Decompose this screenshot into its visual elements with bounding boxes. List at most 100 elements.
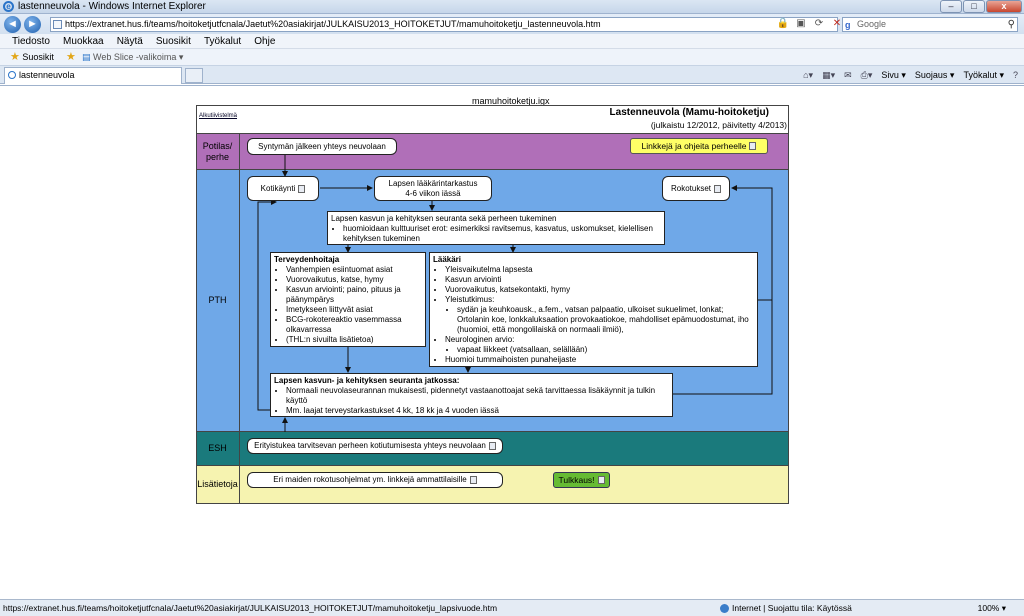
box-rokotukset[interactable]: Rokotukset (662, 176, 730, 201)
tab-label: lastenneuvola (19, 70, 75, 80)
forward-button[interactable]: ► (24, 16, 41, 33)
box-esh[interactable]: Erityistukea tarvitsevan perheen kotiutu… (247, 438, 503, 454)
status-bar: https://extranet.hus.fi/teams/hoitoketju… (0, 599, 1024, 616)
doc-icon (488, 442, 496, 450)
jatko-item: Mm. laajat terveystarkastukset 4 kk, 18 … (286, 406, 669, 416)
box-lisatietoja[interactable]: Eri maiden rokotusohjelmat ym. linkkejä … (247, 472, 503, 488)
mail-icon[interactable]: ✉ (844, 68, 852, 82)
th-item: Vanhempien esiintuomat asiat (286, 265, 422, 275)
box-laakarintarkastus[interactable]: Lapsen lääkärintarkastus 4-6 viikon iäss… (374, 176, 492, 201)
page-menu[interactable]: Sivu ▾ (881, 68, 906, 82)
webslice-button[interactable]: ▤ Web Slice -valikoima ▾ (82, 51, 183, 64)
th-item: Vuorovaikutus, katse, hymy (286, 275, 422, 285)
close-button[interactable]: x (986, 0, 1022, 13)
safety-menu[interactable]: Suojaus ▾ (915, 68, 955, 82)
add-favorite-icon[interactable]: ★ (66, 51, 76, 64)
page-icon (53, 20, 62, 29)
refresh-icon[interactable]: ⟳ (812, 18, 826, 29)
laakari-item: Kasvun arviointi (445, 275, 754, 285)
th-item: Imetykseen liittyvät asiat (286, 305, 422, 315)
compat-icon[interactable]: ▣ (794, 18, 808, 29)
laakari-item: Yleistutkimus: (445, 295, 495, 304)
laakari-item: Huomioi tummaihoisten punaheijaste (445, 355, 754, 365)
search-input[interactable]: g Google ⚲ (842, 17, 1018, 32)
menu-suosikit[interactable]: Suosikit (156, 34, 191, 49)
box-kotikaynti-text: Kotikäynti (260, 183, 296, 193)
box-jatko-head: Lapsen kasvun- ja kehityksen seuranta ja… (274, 376, 460, 385)
menu-tyokalut[interactable]: Työkalut (204, 34, 241, 49)
favorites-button[interactable]: ★ Suosikit (10, 51, 54, 64)
box-laakarintarkastus-line1: Lapsen lääkärintarkastus (388, 178, 478, 188)
search-placeholder: Google (857, 19, 887, 29)
tab-lastenneuvola[interactable]: lastenneuvola (4, 67, 182, 84)
address-text: https://extranet.hus.fi/teams/hoitoketju… (65, 19, 601, 29)
box-laakari-head: Lääkäri (433, 255, 462, 264)
globe-icon (720, 604, 729, 614)
menu-tiedosto[interactable]: Tiedosto (12, 34, 50, 49)
box-seuranta-item: huomioidaan kulttuuriset erot: esimerkik… (343, 224, 661, 244)
laakari-item: Neurologinen arvio: (445, 335, 515, 344)
menu-nayta[interactable]: Näytä (117, 34, 143, 49)
box-lisatietoja-text: Eri maiden rokotusohjelmat ym. linkkejä … (273, 475, 467, 484)
tools-menu[interactable]: Työkalut ▾ (963, 68, 1004, 82)
home-icon[interactable]: ⌂▾ (803, 68, 813, 82)
security-zone[interactable]: Internet | Suojattu tila: Käytössä (720, 600, 852, 616)
th-item: Kasvun arviointi; paino, pituus ja pääny… (286, 285, 422, 305)
favorites-label: Suosikit (22, 52, 54, 62)
print-icon[interactable]: ⎙▾ (861, 68, 873, 82)
window-title: lastenneuvola - Windows Internet Explore… (18, 1, 206, 12)
box-rokotukset-text: Rokotukset (670, 183, 712, 193)
box-th-head: Terveydenhoitaja (274, 255, 340, 264)
box-synt[interactable]: Syntymän jälkeen yhteys neuvolaan (247, 138, 397, 155)
google-icon: g (845, 20, 851, 30)
box-laakari: Lääkäri Yleisvaikutelma lapsesta Kasvun … (429, 252, 758, 367)
tulkkaus-text: Tulkkaus! (558, 475, 595, 485)
title-bar: e lastenneuvola - Windows Internet Explo… (0, 0, 1024, 14)
laakari-subitem: vapaat liikkeet (vatsallaan, selällään) (457, 345, 754, 355)
menu-ohje[interactable]: Ohje (254, 34, 275, 49)
webslice-icon: ▤ (82, 52, 91, 62)
laakari-subitem: sydän ja keuhkoausk., a.fem., vatsan pal… (457, 305, 754, 335)
tab-ie-icon (8, 71, 16, 79)
webslice-label: Web Slice -valikoima ▾ (93, 52, 184, 62)
feeds-icon[interactable]: ▦▾ (822, 68, 835, 82)
star-icon: ★ (10, 51, 20, 63)
menu-muokkaa[interactable]: Muokkaa (63, 34, 104, 49)
search-icon[interactable]: ⚲ (1008, 18, 1015, 31)
tab-bar: lastenneuvola ⌂▾ ▦▾ ✉ ⎙▾ Sivu ▾ Suojaus … (0, 66, 1024, 84)
minimize-button[interactable]: – (940, 0, 962, 13)
jatko-item: Normaali neuvolaseurannan mukaisesti, pi… (286, 386, 669, 406)
maximize-button[interactable]: □ (963, 0, 985, 13)
links-for-family-text: Linkkejä ja ohjeita perheelle (641, 141, 747, 151)
back-button[interactable]: ◄ (4, 16, 21, 33)
address-input[interactable]: https://extranet.hus.fi/teams/hoitoketju… (50, 17, 838, 32)
zoom-level[interactable]: 100% ▾ (978, 600, 1006, 616)
box-seuranta-head: Lapsen kasvun ja kehityksen seuranta sek… (331, 214, 557, 223)
box-kotikaynti[interactable]: Kotikäynti (247, 176, 319, 201)
doc-icon (714, 184, 722, 193)
menu-bar: Tiedosto Muokkaa Näytä Suosikit Työkalut… (0, 34, 1024, 49)
doc-icon (298, 184, 306, 193)
box-jatko: Lapsen kasvun- ja kehityksen seuranta ja… (270, 373, 673, 417)
laakari-item: Vuorovaikutus, katsekontakti, hymy (445, 285, 754, 295)
th-item-thl-link[interactable]: (THL:n sivuilta lisätietoa) (286, 335, 422, 345)
favorites-bar: ★ Suosikit ★ ▤ Web Slice -valikoima ▾ (0, 49, 1024, 66)
zone-text: Internet | Suojattu tila: Käytössä (732, 603, 852, 613)
box-esh-text: Erityistukea tarvitsevan perheen kotiutu… (254, 441, 486, 450)
doc-icon (469, 476, 477, 484)
ie-logo-icon: e (3, 1, 14, 12)
doc-icon (749, 142, 757, 150)
box-synt-text: Syntymän jälkeen yhteys neuvolaan (258, 141, 386, 151)
address-bar: ◄ ► https://extranet.hus.fi/teams/hoitok… (0, 14, 1024, 34)
help-icon[interactable]: ? (1013, 68, 1018, 82)
doc-icon (597, 476, 605, 484)
links-for-family-button[interactable]: Linkkejä ja ohjeita perheelle (630, 138, 768, 154)
tulkkaus-button[interactable]: Tulkkaus! (553, 472, 610, 488)
box-laakarintarkastus-line2: 4-6 viikon iässä (405, 188, 461, 198)
th-item: BCG-rokotereaktio vasemmassa olkavarress… (286, 315, 422, 335)
laakari-item: Yleisvaikutelma lapsesta (445, 265, 754, 275)
new-tab-button[interactable] (185, 68, 203, 83)
box-seuranta: Lapsen kasvun ja kehityksen seuranta sek… (327, 211, 665, 245)
lock-icon[interactable]: 🔒 (776, 18, 790, 29)
box-terveydenhoitaja: Terveydenhoitaja Vanhempien esiintuomat … (270, 252, 426, 347)
